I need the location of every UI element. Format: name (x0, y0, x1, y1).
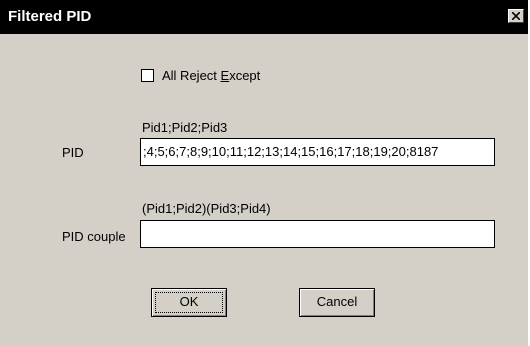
pid-label: PID (62, 145, 84, 160)
all-reject-except-checkbox[interactable] (141, 69, 154, 82)
pid-couple-format-hint: (Pid1;Pid2)(Pid3;Pid4) (142, 201, 271, 216)
close-icon (512, 12, 520, 20)
cancel-button[interactable]: Cancel (299, 288, 375, 317)
pid-input[interactable]: ;4;5;6;7;8;9;10;11;12;13;14;15;16;17;18;… (140, 138, 495, 166)
title-bar: Filtered PID (0, 0, 528, 34)
close-button[interactable] (508, 9, 524, 23)
all-reject-except-label[interactable]: All Reject Except (162, 68, 260, 83)
pid-format-hint: Pid1;Pid2;Pid3 (142, 120, 228, 135)
ok-button[interactable]: OK (151, 288, 227, 317)
pid-couple-label: PID couple (62, 229, 126, 244)
window-title: Filtered PID (8, 8, 92, 25)
filtered-pid-dialog: Filtered PID All Reject Except Pid1;Pid2… (0, 0, 530, 346)
pid-couple-input[interactable] (140, 220, 495, 248)
